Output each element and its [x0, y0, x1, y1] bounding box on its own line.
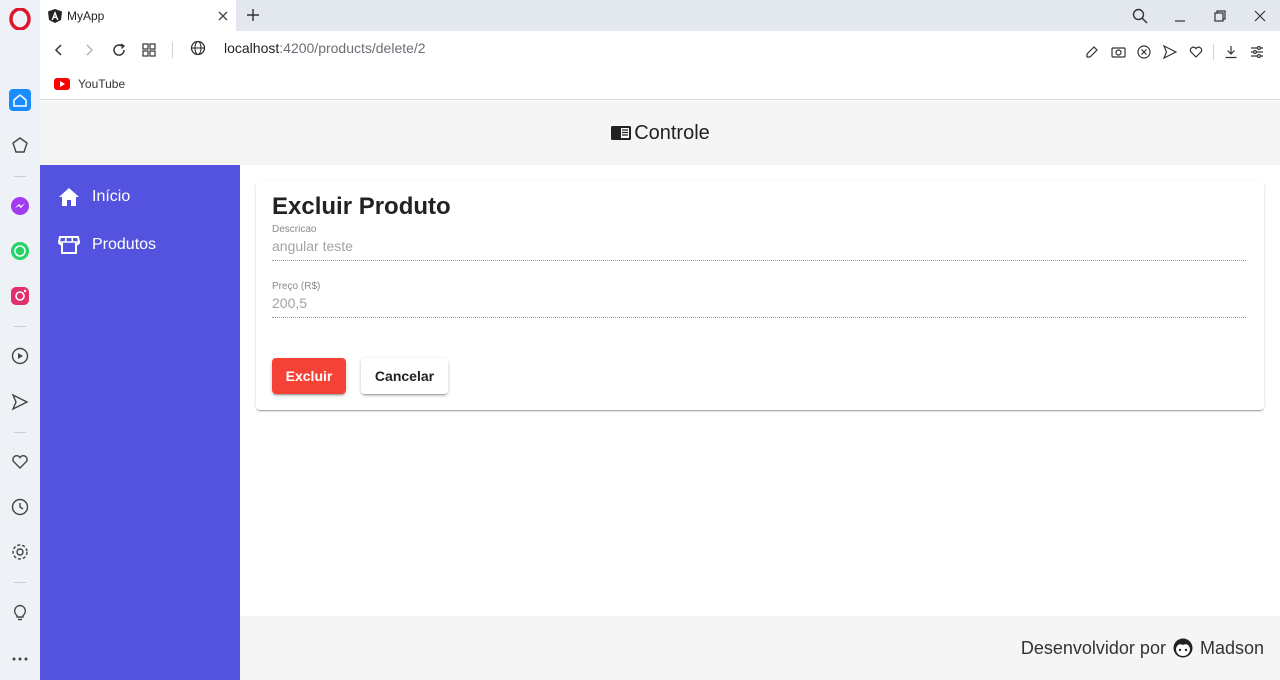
- sidenav: Início Produtos: [40, 165, 240, 680]
- tabs-grid-icon[interactable]: [134, 35, 164, 65]
- forward-icon[interactable]: [74, 35, 104, 65]
- bookmark-heart-icon[interactable]: [1183, 37, 1209, 67]
- bookmark-youtube[interactable]: YouTube: [54, 77, 125, 91]
- whatsapp-icon[interactable]: [9, 240, 31, 262]
- price-input: 200,5: [272, 295, 1246, 318]
- settings-icon[interactable]: [9, 541, 31, 563]
- nav-label: Início: [92, 188, 131, 205]
- home-icon: [59, 188, 79, 206]
- tab-close-icon[interactable]: [216, 9, 230, 23]
- lightbulb-icon[interactable]: [9, 602, 31, 624]
- tab-title: MyApp: [67, 8, 105, 23]
- home-icon[interactable]: [9, 89, 31, 111]
- globe-icon[interactable]: [190, 40, 206, 56]
- download-icon[interactable]: [1218, 37, 1244, 67]
- new-tab-icon[interactable]: [245, 7, 261, 23]
- reload-icon[interactable]: [104, 35, 134, 65]
- price-field: Preço (R$) 200,5: [272, 281, 1246, 318]
- url-host[interactable]: localhost: [224, 40, 279, 56]
- delete-button[interactable]: Excluir: [272, 358, 346, 394]
- nav-label: Produtos: [92, 236, 157, 253]
- more-icon[interactable]: [9, 648, 31, 670]
- app-title: Controle: [610, 122, 710, 145]
- title-bar: MyApp: [40, 0, 1280, 31]
- opera-logo-icon[interactable]: [9, 8, 31, 30]
- send-icon[interactable]: [9, 391, 31, 413]
- description-input: angular teste: [272, 238, 1246, 261]
- app-title-text: Controle: [634, 121, 710, 144]
- messenger-icon[interactable]: [9, 195, 31, 217]
- minimize-icon[interactable]: [1160, 0, 1200, 31]
- angular-favicon-icon: [48, 8, 62, 23]
- send-page-icon[interactable]: [1157, 37, 1183, 67]
- easy-setup-icon[interactable]: [1244, 37, 1270, 67]
- cancel-button[interactable]: Cancelar: [361, 358, 448, 394]
- bookmark-label: YouTube: [78, 77, 126, 91]
- edit-icon[interactable]: [1079, 37, 1105, 67]
- card-title: Excluir Produto: [272, 193, 451, 220]
- youtube-icon: [54, 78, 70, 90]
- nav-item-inicio[interactable]: Início: [40, 173, 240, 221]
- camera-icon[interactable]: [1105, 37, 1131, 67]
- nav-item-produtos[interactable]: Produtos: [40, 221, 240, 269]
- browser-tab[interactable]: MyApp: [40, 0, 236, 31]
- search-tabs-icon[interactable]: [1120, 0, 1160, 31]
- heart-icon[interactable]: [9, 451, 31, 473]
- adblock-icon[interactable]: [1131, 37, 1157, 67]
- speed-dial-icon[interactable]: [9, 134, 31, 156]
- field-label: Preço (R$): [272, 281, 321, 292]
- face-icon: [1173, 638, 1193, 658]
- footer-author: Madson: [1199, 637, 1264, 658]
- bookmarks-bar: YouTube: [40, 69, 1280, 100]
- address-bar: localhost:4200/products/delete/2: [40, 31, 1280, 69]
- description-field: Descricao angular teste: [272, 224, 1246, 261]
- history-icon[interactable]: [9, 496, 31, 518]
- main-content: Excluir Produto Descricao angular teste …: [240, 165, 1280, 616]
- app-root: Controle Início Produtos Excluir Produto…: [40, 101, 1280, 680]
- delete-product-card: Excluir Produto Descricao angular teste …: [256, 181, 1264, 410]
- close-window-icon[interactable]: [1240, 0, 1280, 31]
- app-header: Controle: [40, 101, 1280, 165]
- field-label: Descricao: [272, 224, 317, 235]
- back-icon[interactable]: [44, 35, 74, 65]
- instagram-icon[interactable]: [9, 285, 31, 307]
- browser-sidebar: [0, 0, 40, 680]
- chrome-reader-mode-icon: [611, 126, 632, 140]
- url-path[interactable]: :4200/products/delete/2: [279, 40, 425, 56]
- footer: Desenvolvidor por Madson: [240, 616, 1280, 680]
- player-icon[interactable]: [9, 345, 31, 367]
- restore-icon[interactable]: [1200, 0, 1240, 31]
- storefront-icon: [58, 236, 80, 254]
- footer-prefix: Desenvolvidor por: [1020, 637, 1166, 658]
